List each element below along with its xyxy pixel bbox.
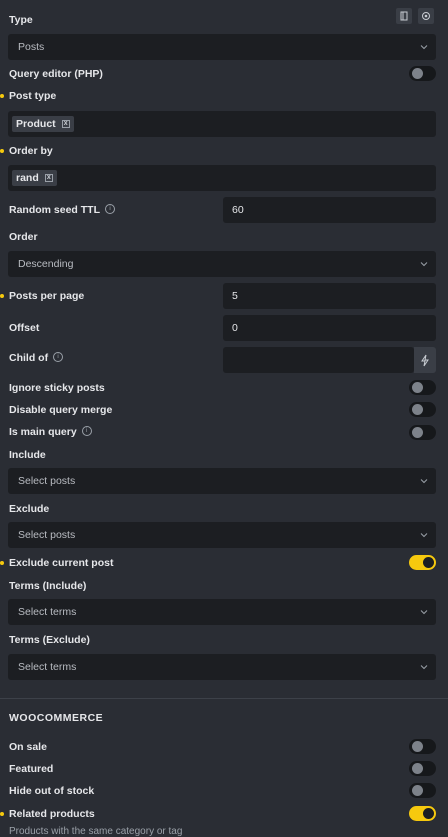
featured-toggle[interactable] [409, 761, 436, 776]
is-main-query-label: Is main query i [9, 426, 92, 438]
remove-tag-icon[interactable]: x [61, 120, 70, 128]
modified-indicator [0, 812, 4, 816]
settings-button[interactable] [418, 8, 434, 24]
settings-icon [422, 12, 430, 20]
featured-label: Featured [9, 763, 54, 775]
modified-indicator [0, 149, 4, 153]
order-by-tag: rand x [12, 170, 57, 186]
modified-indicator [0, 294, 4, 298]
type-value: Posts [18, 41, 45, 53]
chevron-down-icon [420, 533, 428, 538]
query-panel-button[interactable] [396, 8, 412, 24]
hide-out-of-stock-label: Hide out of stock [9, 785, 95, 797]
chevron-down-icon [420, 479, 428, 484]
chevron-down-icon [420, 665, 428, 670]
info-icon[interactable]: i [53, 352, 64, 362]
info-icon[interactable]: i [105, 204, 116, 214]
related-products-toggle[interactable] [409, 806, 436, 821]
random-seed-label: Random seed TTL i [9, 204, 116, 216]
order-by-label: Order by [9, 145, 53, 157]
order-by-tag-label: rand [16, 172, 39, 184]
random-seed-label-text: Random seed TTL [9, 204, 101, 216]
post-type-tag-label: Product [16, 118, 56, 130]
modified-indicator [0, 561, 4, 565]
post-type-field[interactable]: Product x [8, 111, 436, 137]
terms-include-select[interactable]: Select terms [8, 599, 436, 625]
terms-exclude-select[interactable]: Select terms [8, 654, 436, 680]
disable-merge-label: Disable query merge [9, 404, 113, 416]
section-divider [0, 698, 448, 699]
dynamic-data-icon [421, 354, 429, 367]
remove-tag-icon[interactable]: x [44, 174, 53, 182]
child-of-label-text: Child of [9, 352, 49, 364]
exclude-current-label: Exclude current post [9, 557, 114, 569]
exclude-label: Exclude [9, 503, 50, 515]
order-label: Order [9, 231, 38, 243]
exclude-select[interactable]: Select posts [8, 522, 436, 548]
offset-input[interactable]: 0 [223, 315, 436, 341]
posts-per-page-input[interactable]: 5 [223, 283, 436, 309]
post-type-tag: Product x [12, 116, 74, 132]
hide-out-of-stock-toggle[interactable] [409, 783, 436, 798]
include-label: Include [9, 449, 46, 461]
exclude-current-toggle[interactable] [409, 555, 436, 570]
query-editor-toggle[interactable] [409, 66, 436, 81]
woocommerce-section-title: WOOCOMMERCE [9, 712, 104, 724]
offset-label: Offset [9, 322, 40, 334]
type-label: Type [9, 14, 33, 26]
is-main-query-toggle[interactable] [409, 425, 436, 440]
order-value: Descending [18, 258, 74, 270]
info-icon[interactable]: i [81, 426, 92, 436]
is-main-query-label-text: Is main query [9, 426, 77, 438]
type-select[interactable]: Posts [8, 34, 436, 60]
terms-exclude-placeholder: Select terms [18, 661, 77, 673]
related-products-description: Products with the same category or tag [9, 826, 183, 837]
chevron-down-icon [420, 262, 428, 267]
order-select[interactable]: Descending [8, 251, 436, 277]
exclude-placeholder: Select posts [18, 529, 76, 541]
posts-per-page-label: Posts per page [9, 290, 85, 302]
random-seed-input[interactable]: 60 [223, 197, 436, 223]
dynamic-data-button[interactable] [414, 347, 436, 373]
ignore-sticky-label: Ignore sticky posts [9, 382, 105, 394]
include-select[interactable]: Select posts [8, 468, 436, 494]
order-by-field[interactable]: rand x [8, 165, 436, 191]
chevron-down-icon [420, 45, 428, 50]
ignore-sticky-toggle[interactable] [409, 380, 436, 395]
child-of-input[interactable] [223, 347, 414, 373]
on-sale-label: On sale [9, 741, 47, 753]
query-editor-label: Query editor (PHP) [9, 68, 103, 80]
disable-merge-toggle[interactable] [409, 402, 436, 417]
child-of-label: Child of i [9, 352, 64, 364]
related-products-label: Related products [9, 808, 95, 820]
terms-exclude-label: Terms (Exclude) [9, 634, 90, 646]
chevron-down-icon [420, 610, 428, 615]
terms-include-label: Terms (Include) [9, 580, 87, 592]
post-type-label: Post type [9, 90, 57, 102]
on-sale-toggle[interactable] [409, 739, 436, 754]
terms-include-placeholder: Select terms [18, 606, 77, 618]
include-placeholder: Select posts [18, 475, 76, 487]
modified-indicator [0, 94, 4, 98]
panel-icon [400, 11, 408, 21]
